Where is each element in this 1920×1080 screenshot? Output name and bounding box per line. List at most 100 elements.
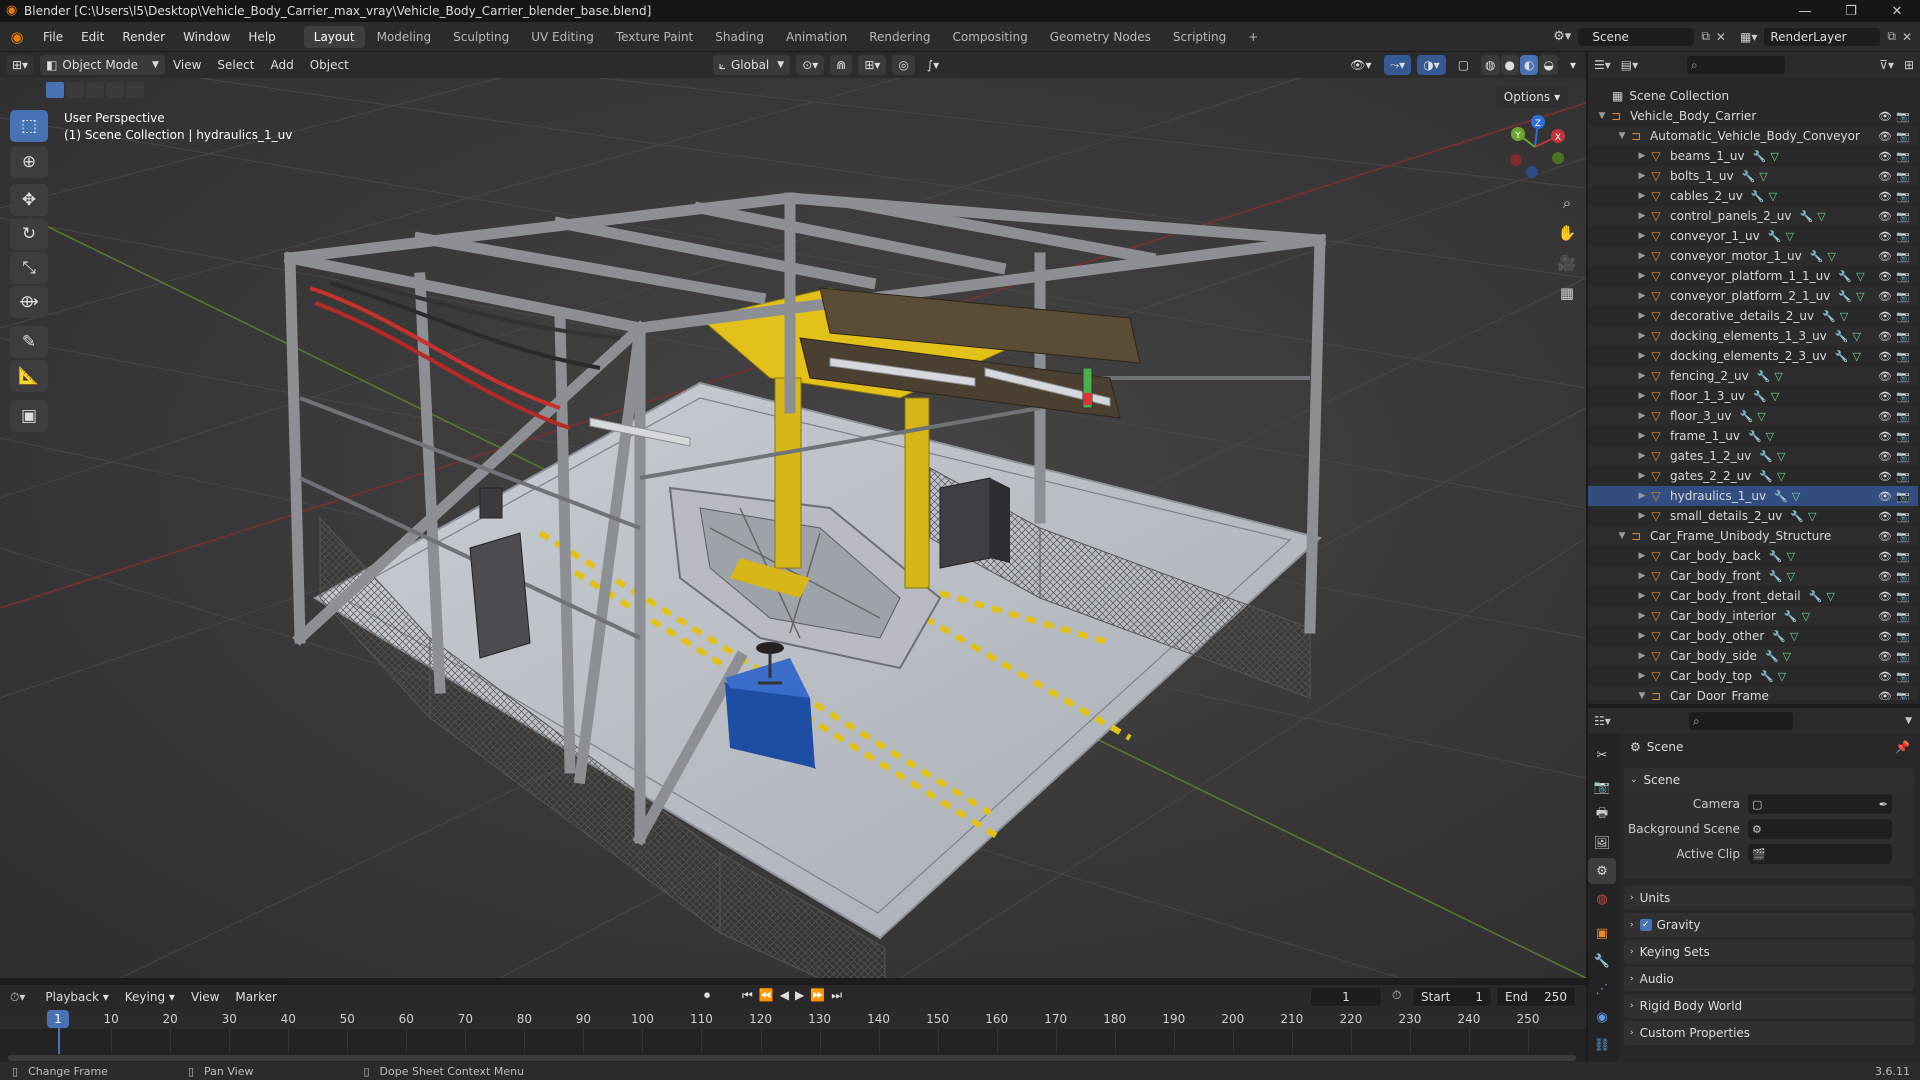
visibility-eye-icon[interactable]: 👁 [1878, 590, 1892, 603]
modifier-icon[interactable]: 🔧 [1740, 410, 1754, 423]
outliner-object-row[interactable]: ▶ ▽ Car_body_front_detail 🔧 ▽ 👁 📷 [1588, 586, 1918, 606]
play-reverse-icon[interactable]: ◀ [780, 988, 795, 1002]
expand-down-icon[interactable]: ▼ [1616, 131, 1628, 141]
visibility-eye-icon[interactable]: 👁 [1878, 350, 1892, 363]
view-layer-field[interactable]: RenderLayer [1763, 26, 1882, 47]
modifier-icon[interactable]: 🔧 [1753, 150, 1767, 163]
scene-tab-icon[interactable]: ⚙ [1588, 858, 1616, 884]
prev-keyframe-icon[interactable]: ⏪ [759, 988, 780, 1002]
render-camera-icon[interactable]: 📷 [1896, 410, 1910, 423]
render-camera-icon[interactable]: 📷 [1896, 150, 1910, 163]
scale-tool[interactable]: ⤡ [10, 252, 48, 284]
outliner-object-row[interactable]: ▶ ▽ fencing_2_uv 🔧 ▽ 👁 📷 [1588, 366, 1918, 386]
tab-compositing[interactable]: Compositing [942, 26, 1037, 48]
object-tab-icon[interactable]: ▣ [1588, 920, 1616, 946]
shading-wireframe-button[interactable]: ◍ [1481, 55, 1500, 75]
render-camera-icon[interactable]: 📷 [1896, 390, 1910, 403]
add-cube-tool[interactable]: ▣ [10, 400, 48, 432]
outliner-object-row[interactable]: ▶ ▽ conveyor_platform_2_1_uv 🔧 ▽ 👁 📷 [1588, 286, 1918, 306]
outliner-object-row[interactable]: ▶ ▽ docking_elements_1_3_uv 🔧 ▽ 👁 📷 [1588, 326, 1918, 346]
start-frame-field[interactable]: Start 1 [1412, 987, 1492, 1007]
timeline-scrollbar[interactable] [8, 1055, 1576, 1061]
mesh-data-icon[interactable]: ▽ [1852, 350, 1860, 363]
particles-tab-icon[interactable]: ⋰ [1588, 976, 1616, 1002]
modifier-icon[interactable]: 🔧 [1835, 330, 1849, 343]
3d-viewport[interactable]: User Perspective (1) Scene Collection | … [0, 78, 1586, 978]
outliner-object-row[interactable]: ▶ ▽ Car_body_interior 🔧 ▽ 👁 📷 [1588, 606, 1918, 626]
visibility-eye-icon[interactable]: 👁 [1878, 690, 1892, 701]
menu-select[interactable]: Select [209, 58, 262, 72]
visibility-eye-icon[interactable]: 👁 [1878, 170, 1892, 183]
editor-type-icon[interactable]: ☷▾ [1594, 714, 1611, 728]
visibility-eye-icon[interactable]: 👁 [1878, 670, 1892, 683]
tab-sculpting[interactable]: Sculpting [443, 26, 519, 48]
mesh-data-icon[interactable]: ▽ [1777, 450, 1785, 463]
pin-icon[interactable]: 📌 [1895, 740, 1910, 754]
render-camera-icon[interactable]: 📷 [1896, 590, 1910, 603]
outliner-object-row[interactable]: ▶ ▽ hydraulics_1_uv 🔧 ▽ 👁 📷 [1588, 486, 1918, 506]
menu-playback[interactable]: Playback ▾ [37, 990, 116, 1004]
expand-right-icon[interactable]: ▶ [1636, 191, 1648, 201]
modifier-icon[interactable]: 🔧 [1759, 470, 1773, 483]
tool-tab-icon[interactable]: ✂ [1588, 742, 1616, 768]
timeline-scale[interactable]: 1102030405060708090100110120130140150160… [0, 1009, 1586, 1063]
outliner-object-row[interactable]: ▶ ▽ bolts_1_uv 🔧 ▽ 👁 📷 [1588, 166, 1918, 186]
view-layer-remove-icon[interactable]: ✕ [1902, 30, 1912, 44]
custom-properties-panel-header[interactable]: › Custom Properties [1624, 1021, 1914, 1045]
menu-keying[interactable]: Keying ▾ [117, 990, 183, 1004]
expand-right-icon[interactable]: ▶ [1636, 491, 1648, 501]
expand-right-icon[interactable]: ▶ [1636, 351, 1648, 361]
tab-texture-paint[interactable]: Texture Paint [606, 26, 703, 48]
render-camera-icon[interactable]: 📷 [1896, 330, 1910, 343]
cursor-tool[interactable]: ⊕ [10, 146, 48, 178]
expand-down-icon[interactable]: ▼ [1636, 691, 1648, 700]
expand-right-icon[interactable]: ▶ [1636, 571, 1648, 581]
modifier-icon[interactable]: 🔧 [1838, 290, 1852, 303]
render-camera-icon[interactable]: 📷 [1896, 550, 1910, 563]
expand-right-icon[interactable]: ▶ [1636, 471, 1648, 481]
expand-right-icon[interactable]: ▶ [1636, 391, 1648, 401]
visibility-eye-icon[interactable]: 👁 [1878, 470, 1892, 483]
outliner-object-row[interactable]: ▶ ▽ docking_elements_2_3_uv 🔧 ▽ 👁 📷 [1588, 346, 1918, 366]
pan-hand-icon[interactable]: ✋ [1554, 220, 1580, 246]
mesh-data-icon[interactable]: ▽ [1787, 570, 1795, 583]
modifier-icon[interactable]: 🔧 [1790, 510, 1804, 523]
modifier-icon[interactable]: 🔧 [1769, 550, 1783, 563]
mesh-data-icon[interactable]: ▽ [1817, 210, 1825, 223]
outliner-object-row[interactable]: ▶ ▽ small_details_2_uv 🔧 ▽ 👁 📷 [1588, 506, 1918, 526]
play-icon[interactable]: ▶ [795, 988, 810, 1002]
tab-animation[interactable]: Animation [776, 26, 857, 48]
mesh-data-icon[interactable]: ▽ [1769, 190, 1777, 203]
modifier-icon[interactable]: 🔧 [1835, 350, 1849, 363]
visibility-eye-icon[interactable]: 👁 [1878, 530, 1892, 543]
overlay-toggle-button[interactable]: ◑▾ [1417, 55, 1446, 75]
chevron-down-icon[interactable]: ▼ [1905, 716, 1912, 726]
tab-geometry-nodes[interactable]: Geometry Nodes [1040, 26, 1161, 48]
mesh-data-icon[interactable]: ▽ [1852, 330, 1860, 343]
gravity-checkbox[interactable]: ✓ [1639, 919, 1652, 931]
visibility-eye-icon[interactable]: 👁 [1878, 390, 1892, 403]
expand-right-icon[interactable]: ▶ [1636, 231, 1648, 241]
scene-selector-icon[interactable]: ⚙▾ [1553, 29, 1571, 44]
outliner-object-row[interactable]: ▶ ▽ floor_3_uv 🔧 ▽ 👁 📷 [1588, 406, 1918, 426]
visibility-eye-icon[interactable]: 👁 [1878, 510, 1892, 523]
expand-right-icon[interactable]: ▶ [1636, 311, 1648, 321]
visibility-eye-icon[interactable]: 👁 [1878, 410, 1892, 423]
tab-layout[interactable]: Layout [303, 25, 365, 48]
modifier-icon[interactable]: 🔧 [1810, 250, 1824, 263]
render-camera-icon[interactable]: 📷 [1896, 350, 1910, 363]
visibility-eye-icon[interactable]: 👁 [1878, 610, 1892, 623]
render-camera-icon[interactable]: 📷 [1896, 370, 1910, 383]
outliner-object-row[interactable]: ▶ ▽ Car_body_other 🔧 ▽ 👁 📷 [1588, 626, 1918, 646]
select-subtract-button[interactable] [86, 82, 104, 98]
visibility-eye-icon[interactable]: 👁 [1878, 310, 1892, 323]
modifier-icon[interactable]: 🔧 [1784, 610, 1798, 623]
expand-right-icon[interactable]: ▶ [1636, 591, 1648, 601]
zoom-icon[interactable]: ⌕ [1554, 190, 1580, 216]
expand-right-icon[interactable]: ▶ [1636, 631, 1648, 641]
visibility-eye-icon[interactable]: 👁 [1878, 570, 1892, 583]
outliner-object-row[interactable]: ▶ ▽ decorative_details_2_uv 🔧 ▽ 👁 📷 [1588, 306, 1918, 326]
visibility-eye-icon[interactable]: 👁 [1878, 110, 1892, 123]
render-camera-icon[interactable]: 📷 [1896, 490, 1910, 503]
mesh-data-icon[interactable]: ▽ [1856, 270, 1864, 283]
